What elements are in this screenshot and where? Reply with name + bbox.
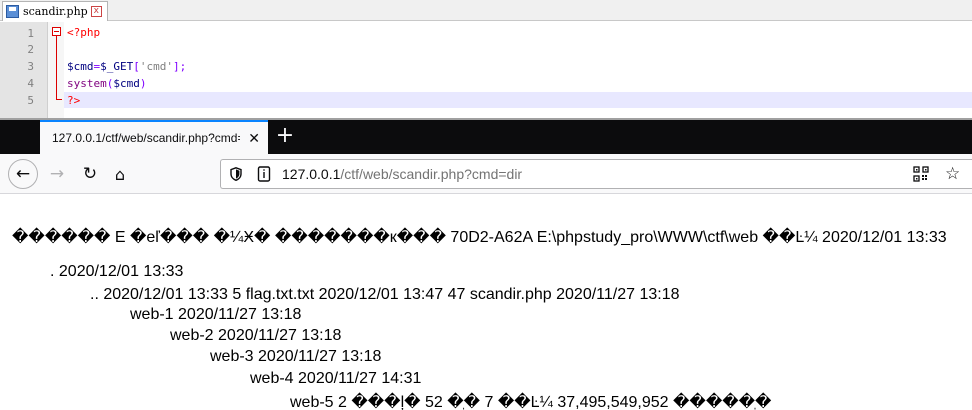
save-icon	[6, 5, 19, 18]
fold-guide-end	[56, 99, 62, 100]
new-tab-button[interactable]: +	[272, 124, 298, 150]
forward-arrow-icon[interactable]: →	[43, 160, 71, 188]
line-number-gutter: 1 2 3 4 5	[0, 22, 48, 118]
back-arrow-icon[interactable]: ←	[8, 159, 38, 189]
close-icon[interactable]: ✕	[248, 131, 260, 147]
code-variable: $cmd	[67, 60, 94, 73]
url-path: /ctf/web/scandir.php?cmd=dir	[340, 166, 523, 182]
code-function: system	[67, 77, 107, 90]
code-string: 'cmd'	[139, 60, 173, 73]
output-line: web-3 2020/11/27 13:18	[210, 348, 382, 365]
output-line: web-4 2020/11/27 14:31	[250, 370, 422, 387]
output-line: web-2 2020/11/27 13:18	[170, 327, 342, 344]
home-icon[interactable]: ⌂	[106, 160, 134, 188]
reload-icon[interactable]: ↻	[76, 160, 104, 188]
code-operator: ];	[173, 60, 187, 73]
code-operator: )	[139, 77, 147, 90]
output-line: web-1 2020/11/27 13:18	[130, 306, 302, 323]
line-number: 3	[27, 60, 34, 73]
output-line: . 2020/12/01 13:33	[50, 263, 184, 280]
qr-code-icon[interactable]	[913, 166, 929, 182]
close-icon[interactable]: x	[90, 6, 102, 17]
output-line: .. 2020/12/01 13:33 5 flag.txt.txt 2020/…	[90, 286, 680, 303]
fold-toggle-icon[interactable]	[52, 27, 61, 36]
editor-tab-label: scandir.php	[23, 5, 88, 18]
editor-tab-bar: scandir.php x	[0, 0, 972, 21]
code-variable: $cmd	[113, 77, 140, 90]
code-line-5[interactable]: ?>	[67, 94, 80, 107]
browser-tab-active[interactable]: 127.0.0.1/ctf/web/scandir.php?cmd=dir ✕	[40, 120, 268, 154]
current-line-highlight	[64, 92, 972, 108]
line-number: 4	[27, 77, 34, 90]
output-line: web-5 2 ���ļ� 52 �ֽ� 7 ��Ŀ¼ 37,495,549,9…	[290, 394, 772, 410]
line-number: 2	[27, 43, 34, 56]
url-host: 127.0.0.1	[282, 166, 341, 182]
fold-guide	[56, 36, 57, 100]
code-line-1[interactable]: <?php	[67, 26, 100, 39]
code-editor[interactable]: scandir.php x 1 2 3 4 5 <?php $cmd=$_GET…	[0, 0, 972, 118]
page-info-icon[interactable]	[257, 166, 271, 182]
line-number: 1	[27, 27, 34, 40]
browser-tab-title: 127.0.0.1/ctf/web/scandir.php?cmd=dir	[52, 131, 240, 145]
url-text[interactable]: 127.0.0.1/ctf/web/scandir.php?cmd=dir	[282, 166, 522, 182]
code-operator: [	[133, 60, 140, 73]
url-bar[interactable]: 127.0.0.1/ctf/web/scandir.php?cmd=dir ☆	[220, 159, 972, 189]
code-line-3[interactable]: $cmd=$_GET['cmd'];	[67, 60, 186, 73]
shield-icon[interactable]	[230, 167, 242, 181]
code-variable: $_GET	[100, 60, 134, 73]
line-number: 5	[27, 94, 34, 107]
code-line-4[interactable]: system($cmd)	[67, 77, 147, 90]
editor-tab-scandir[interactable]: scandir.php x	[2, 1, 108, 21]
star-icon[interactable]: ☆	[945, 164, 960, 184]
output-line: ������ E �eľ��� �¼Ӿ� �������к��� 70D2-A6…	[12, 229, 947, 246]
page-content: ������ E �eľ��� �¼Ӿ� �������к��� 70D2-A6…	[0, 195, 972, 410]
